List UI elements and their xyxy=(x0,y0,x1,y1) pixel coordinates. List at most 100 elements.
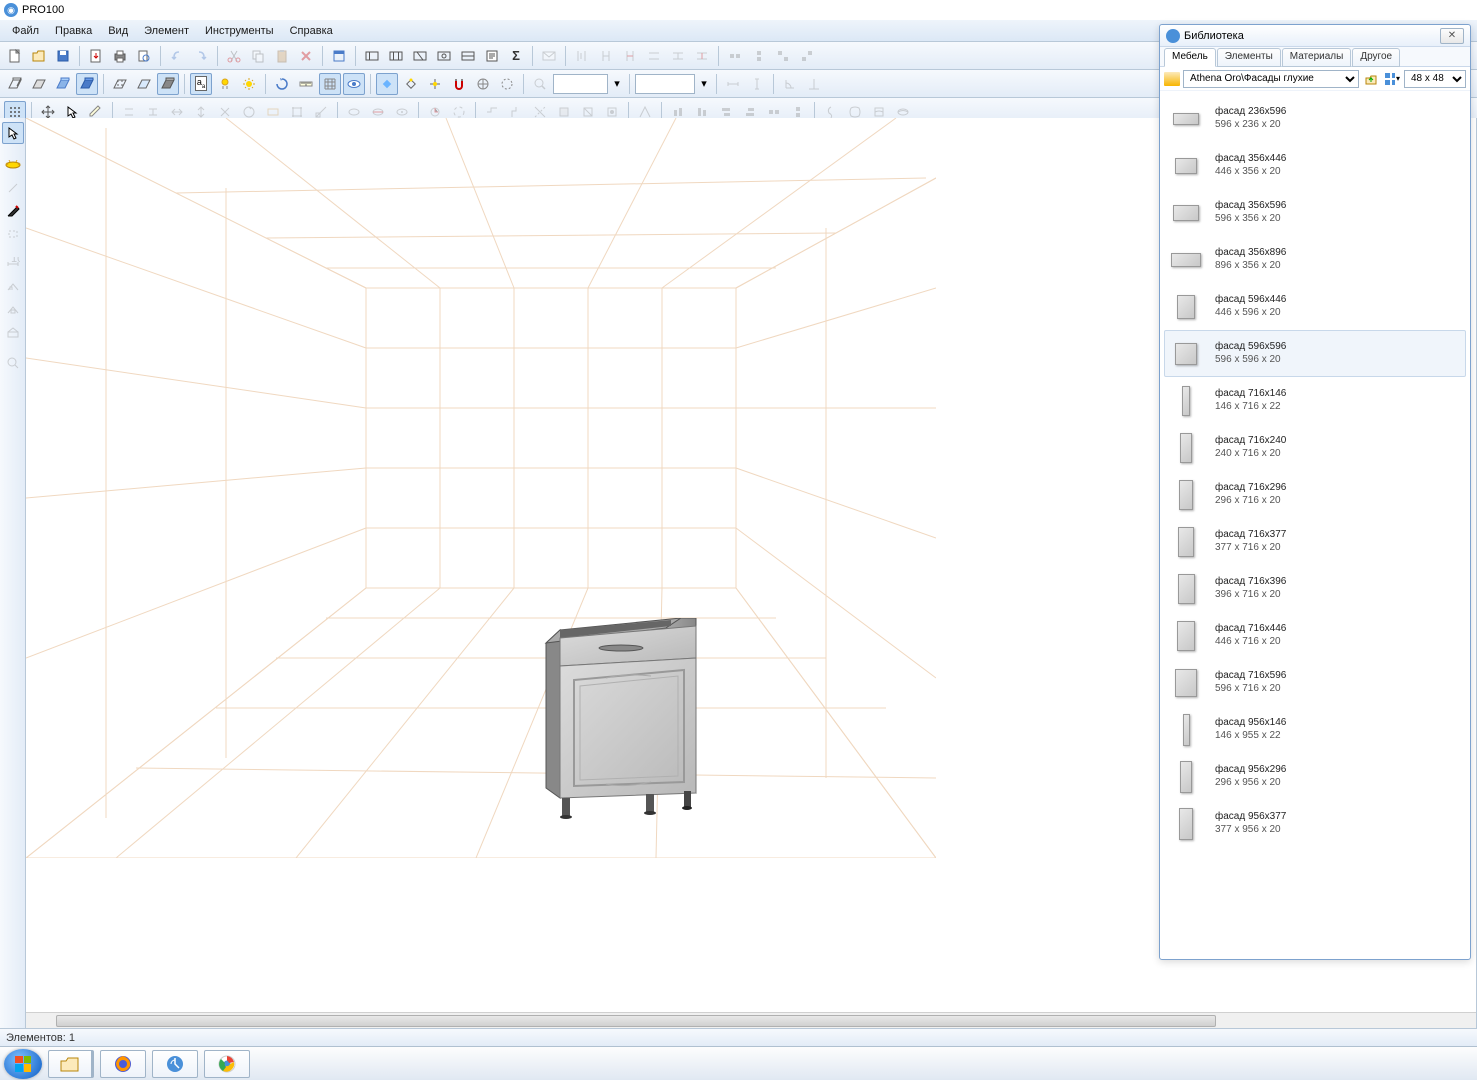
snap-point-button[interactable] xyxy=(424,73,446,95)
library-item[interactable]: фасад 596x596596 x 596 x 20 xyxy=(1164,330,1466,377)
library-item-dims: 446 x 356 x 20 xyxy=(1215,166,1286,179)
library-item[interactable]: фасад 356x896896 x 356 x 20 xyxy=(1164,236,1466,283)
window-button[interactable] xyxy=(328,45,350,67)
print-preview-button[interactable] xyxy=(133,45,155,67)
line-tool xyxy=(2,177,24,199)
eye-button[interactable] xyxy=(343,73,365,95)
task-pro100[interactable] xyxy=(152,1050,198,1078)
library-title: Библиотека xyxy=(1184,30,1244,42)
library-thumb xyxy=(1171,384,1201,418)
hidden-button[interactable] xyxy=(109,73,131,95)
zoom-combo[interactable] xyxy=(553,74,608,94)
menu-Справка[interactable]: Справка xyxy=(282,23,341,39)
task-explorer[interactable] xyxy=(48,1050,94,1078)
task-firefox[interactable] xyxy=(100,1050,146,1078)
light-button[interactable] xyxy=(214,73,236,95)
library-item-name: фасад 356x596 xyxy=(1215,200,1286,213)
library-item-dims: 596 x 236 x 20 xyxy=(1215,119,1286,132)
open-file-button[interactable] xyxy=(28,45,50,67)
grid-size-combo[interactable]: 48 x 48 xyxy=(1404,70,1466,88)
new-file-button[interactable] xyxy=(4,45,26,67)
save-button[interactable] xyxy=(52,45,74,67)
library-item-dims: 596 x 716 x 20 xyxy=(1215,683,1286,696)
titlebar: ◉ PRO100 xyxy=(0,0,1477,20)
h-scrollbar[interactable] xyxy=(26,1012,1476,1028)
library-item[interactable]: фасад 356x596596 x 356 x 20 xyxy=(1164,189,1466,236)
tool-d-button[interactable] xyxy=(433,45,455,67)
select-tool[interactable] xyxy=(2,122,24,144)
transparent-button[interactable] xyxy=(133,73,155,95)
library-item[interactable]: фасад 956x296296 x 956 x 20 xyxy=(1164,753,1466,800)
sketch-button[interactable] xyxy=(28,73,50,95)
value-combo[interactable] xyxy=(635,74,695,94)
library-item[interactable]: фасад 236x596596 x 236 x 20 xyxy=(1164,95,1466,142)
view-mode-button[interactable]: ▾ xyxy=(1383,70,1401,88)
toggle-2-button[interactable] xyxy=(496,73,518,95)
sum-button[interactable]: Σ xyxy=(505,45,527,67)
export-button[interactable] xyxy=(85,45,107,67)
library-panel: Библиотека ✕ МебельЭлементыМатериалыДруг… xyxy=(1159,24,1471,960)
library-close-button[interactable]: ✕ xyxy=(1440,28,1464,44)
tool-c-button[interactable] xyxy=(409,45,431,67)
value-dropdown[interactable]: ▾ xyxy=(697,73,711,95)
cabinet-model[interactable] xyxy=(536,618,716,828)
library-item[interactable]: фасад 956x146146 x 955 x 22 xyxy=(1164,706,1466,753)
start-button[interactable] xyxy=(4,1049,42,1079)
library-tab-Материалы[interactable]: Материалы xyxy=(1282,48,1352,67)
toggle-1-button[interactable] xyxy=(472,73,494,95)
library-tab-Мебель[interactable]: Мебель xyxy=(1164,48,1216,67)
texture-button[interactable] xyxy=(76,73,98,95)
library-item[interactable]: фасад 716x240240 x 716 x 20 xyxy=(1164,424,1466,471)
library-list[interactable]: фасад 236x596596 x 236 x 20фасад 356x446… xyxy=(1160,91,1470,959)
pencil-tool[interactable] xyxy=(2,200,24,222)
library-titlebar[interactable]: Библиотека ✕ xyxy=(1160,25,1470,47)
library-item-name: фасад 716x596 xyxy=(1215,670,1286,683)
rect-tool xyxy=(2,223,24,245)
color-button[interactable] xyxy=(52,73,74,95)
wireframe-button[interactable] xyxy=(4,73,26,95)
library-item[interactable]: фасад 956x377377 x 956 x 20 xyxy=(1164,800,1466,847)
menu-Вид[interactable]: Вид xyxy=(100,23,136,39)
print-button[interactable] xyxy=(109,45,131,67)
tool-e-button[interactable] xyxy=(457,45,479,67)
snap-corner-button[interactable] xyxy=(400,73,422,95)
library-item[interactable]: фасад 716x396396 x 716 x 20 xyxy=(1164,565,1466,612)
label-button[interactable]: aa xyxy=(190,73,212,95)
snap-ortho-button[interactable] xyxy=(376,73,398,95)
refresh-button[interactable] xyxy=(271,73,293,95)
library-item[interactable]: фасад 596x446446 x 596 x 20 xyxy=(1164,283,1466,330)
menu-Файл[interactable]: Файл xyxy=(4,23,47,39)
tool-b-button[interactable] xyxy=(385,45,407,67)
grid-button[interactable] xyxy=(319,73,341,95)
tool-a-button[interactable] xyxy=(361,45,383,67)
library-item-name: фасад 956x296 xyxy=(1215,764,1286,777)
up-folder-button[interactable] xyxy=(1362,70,1380,88)
library-item-name: фасад 596x446 xyxy=(1215,294,1286,307)
library-item[interactable]: фасад 716x146146 x 716 x 22 xyxy=(1164,377,1466,424)
taskbar xyxy=(0,1046,1477,1080)
library-item-name: фасад 956x377 xyxy=(1215,811,1286,824)
library-tab-Другое[interactable]: Другое xyxy=(1352,48,1400,67)
shaded-button[interactable] xyxy=(157,73,179,95)
menu-Элемент[interactable]: Элемент xyxy=(136,23,197,39)
ruler-button[interactable] xyxy=(295,73,317,95)
library-tab-Элементы[interactable]: Элементы xyxy=(1217,48,1281,67)
menu-Правка[interactable]: Правка xyxy=(47,23,100,39)
library-item[interactable]: фасад 716x296296 x 716 x 20 xyxy=(1164,471,1466,518)
status-text: Элементов: 1 xyxy=(6,1032,75,1044)
library-path-combo[interactable]: Athena Oro\Фасады глухие xyxy=(1183,70,1359,88)
zoom-dropdown[interactable]: ▾ xyxy=(610,73,624,95)
sun-button[interactable] xyxy=(238,73,260,95)
dist-2-button xyxy=(748,45,770,67)
report-button[interactable] xyxy=(481,45,503,67)
library-item[interactable]: фасад 716x446446 x 716 x 20 xyxy=(1164,612,1466,659)
library-item[interactable]: фасад 716x377377 x 716 x 20 xyxy=(1164,518,1466,565)
light-tool[interactable] xyxy=(2,154,24,176)
align-6-button xyxy=(691,45,713,67)
library-item[interactable]: фасад 716x596596 x 716 x 20 xyxy=(1164,659,1466,706)
task-chrome[interactable] xyxy=(204,1050,250,1078)
magnet-button[interactable] xyxy=(448,73,470,95)
library-item[interactable]: фасад 356x446446 x 356 x 20 xyxy=(1164,142,1466,189)
library-thumb xyxy=(1171,525,1201,559)
menu-Инструменты[interactable]: Инструменты xyxy=(197,23,282,39)
